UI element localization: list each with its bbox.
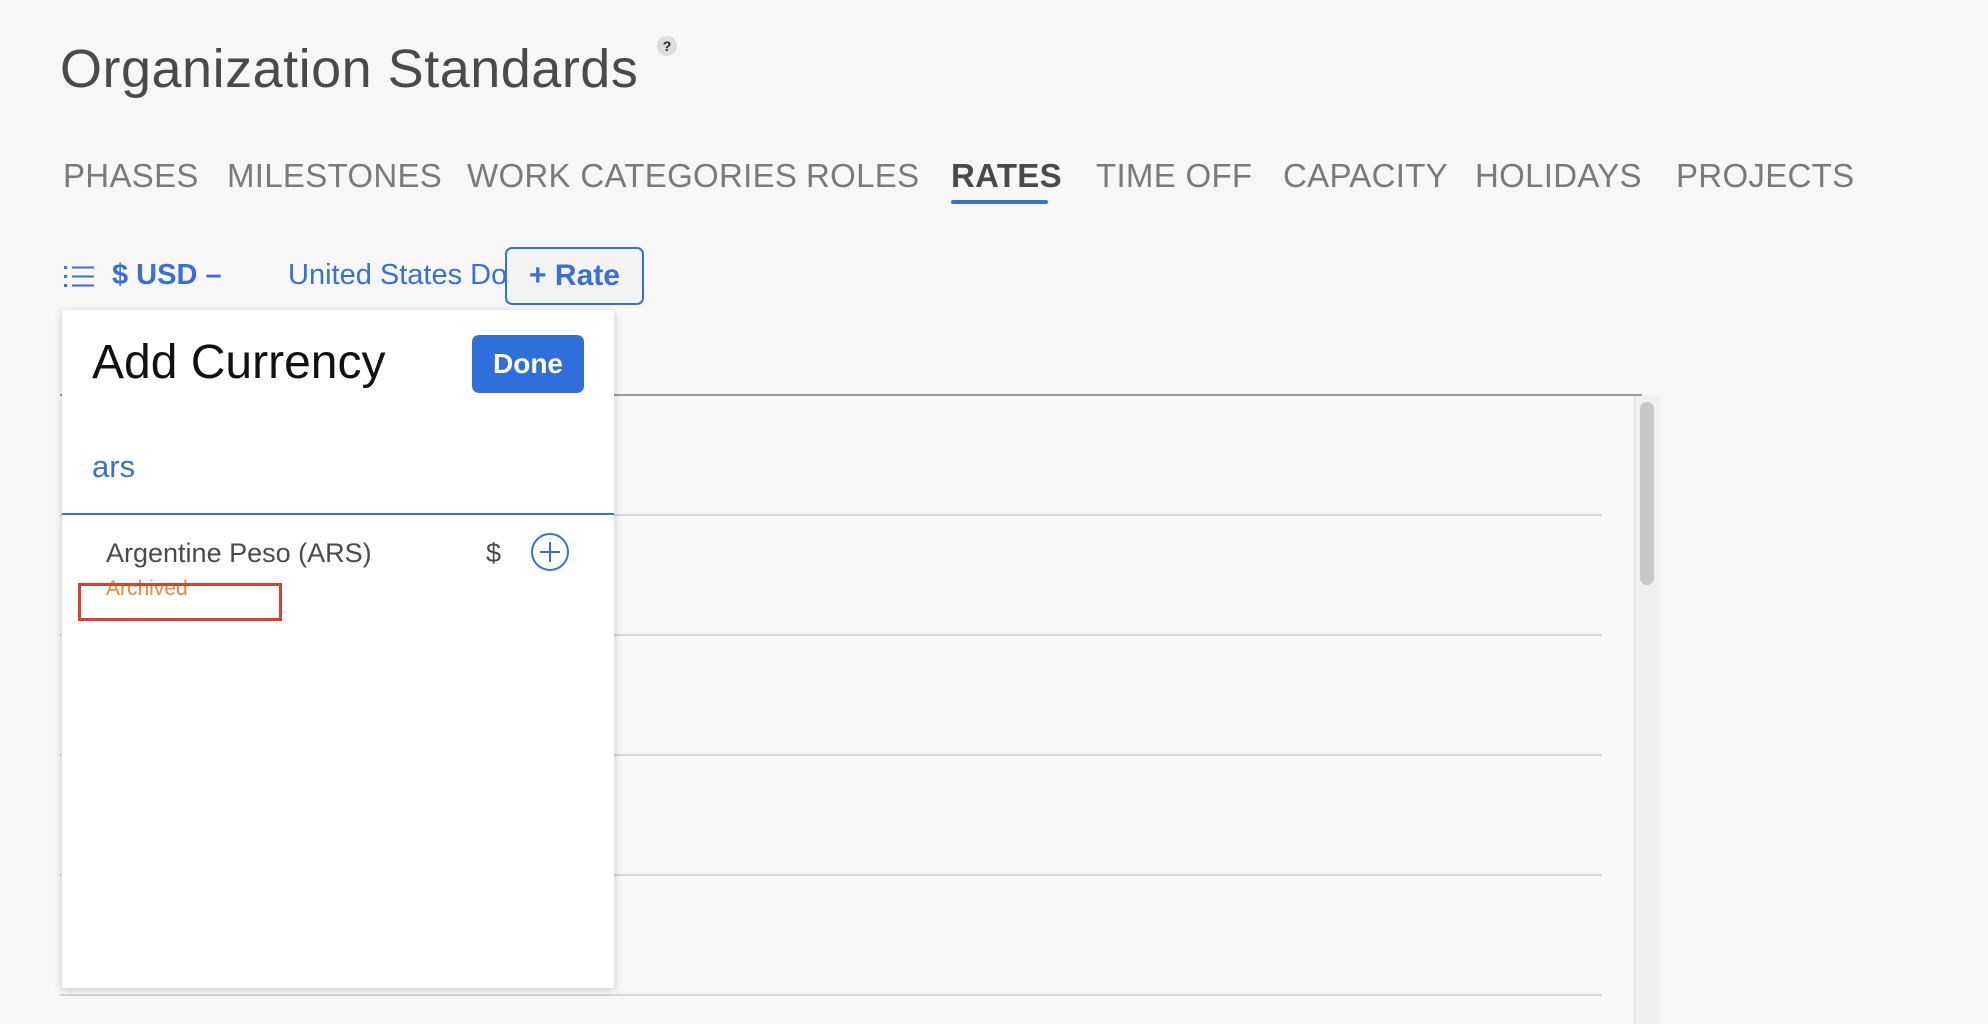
currency-search-input[interactable] [62,420,614,515]
tab-roles[interactable]: ROLES [806,157,919,195]
tab-time-off[interactable]: TIME OFF [1096,157,1252,195]
plus-circle-icon[interactable] [530,532,570,572]
add-rate-button[interactable]: + Rate [505,247,644,305]
table-row [60,994,1602,996]
help-icon[interactable]: ? [657,36,677,56]
tab-work-categories[interactable]: WORK CATEGORIES [467,157,797,195]
scrollbar-thumb[interactable] [1640,402,1654,585]
tab-capacity[interactable]: CAPACITY [1283,157,1448,195]
tab-rates[interactable]: RATES [951,157,1062,195]
currency-code[interactable]: $ USD – [112,259,222,292]
tab-holidays[interactable]: HOLIDAYS [1475,157,1642,195]
page-title: Organization Standards [60,39,639,99]
currency-result-symbol: $ [486,538,502,568]
popover-title: Add Currency [92,336,386,389]
list-icon[interactable] [64,264,96,290]
tab-milestones[interactable]: MILESTONES [227,157,442,195]
active-tab-indicator [951,200,1048,204]
done-button[interactable]: Done [472,335,584,393]
tab-phases[interactable]: PHASES [63,157,199,195]
highlight-box [78,583,282,621]
currency-result-name: Argentine Peso (ARS) [106,538,372,568]
organization-standards-page: Organization Standards ? PHASES MILESTON… [0,0,1988,1024]
add-currency-popover: Add Currency Done Argentine Peso (ARS) $… [62,310,614,988]
tab-projects[interactable]: PROJECTS [1676,157,1854,195]
